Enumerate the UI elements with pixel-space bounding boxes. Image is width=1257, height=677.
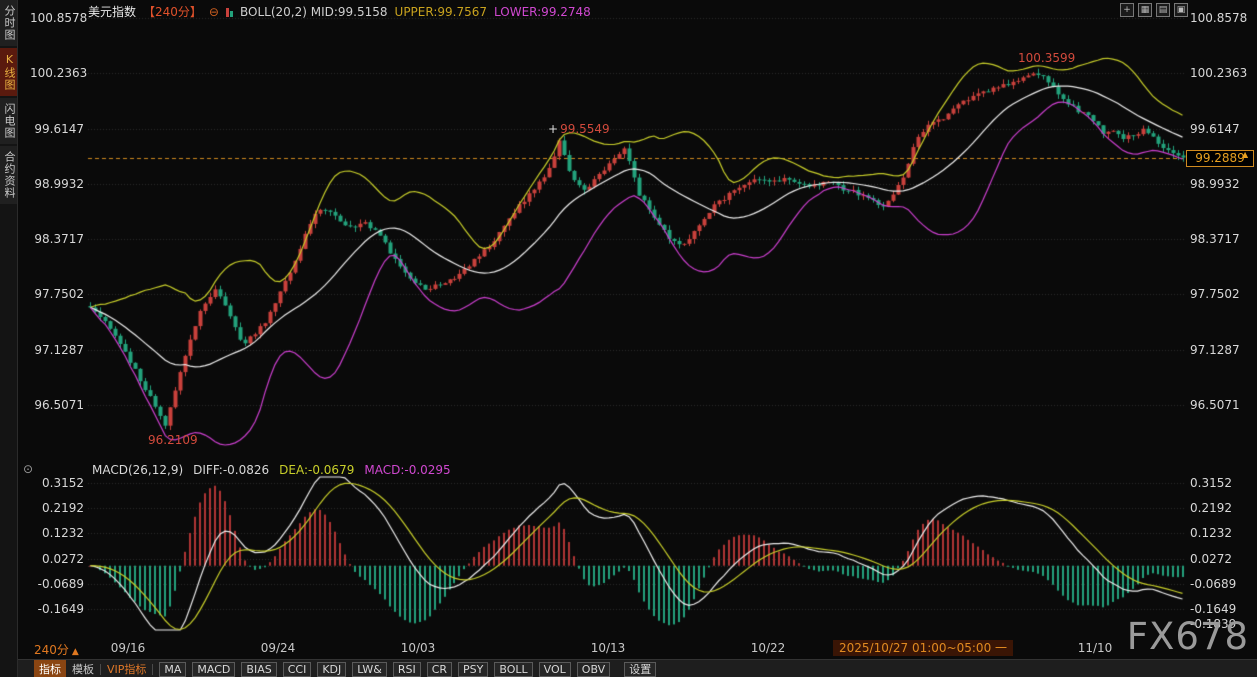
price-axis-label: 100.2363 [30, 66, 88, 80]
sidebar-tab-kline[interactable]: K线图 [0, 48, 17, 96]
toolbar-ma-button[interactable]: MA [159, 661, 187, 677]
window-view-icon[interactable]: ▣ [1174, 3, 1188, 17]
indicator-cycle-icon[interactable]: ⊙ [23, 462, 33, 476]
window-controls: + ▦ ▤ ▣ [1120, 3, 1188, 17]
sidebar-tab-flash[interactable]: 闪电图 [0, 98, 17, 144]
toolbar-boll-button[interactable]: BOLL [494, 661, 533, 677]
boll-lower-label: LOWER:99.2748 [494, 4, 591, 19]
date-axis-label: 10/22 [750, 641, 786, 655]
toolbar-vol-button[interactable]: VOL [538, 661, 571, 677]
macd-axis-label: 0.1232 [1190, 526, 1232, 540]
symbol-title: 美元指数 [88, 5, 137, 19]
macd-diff-label: DIFF:-0.0826 [193, 463, 270, 477]
macd-axis-label: 0.1232 [42, 526, 84, 540]
price-axis-label: 99.6147 [34, 122, 84, 136]
price-marker-arrow-icon: ▲ [1242, 150, 1249, 159]
swing-high-annotation: +99.5549 [548, 122, 610, 136]
macd-axis-label: 0.3152 [42, 476, 84, 490]
price-axis-label: 99.6147 [1190, 122, 1240, 136]
low-price-annotation: 96.2109 [148, 433, 198, 447]
price-axis-label: 98.9932 [1190, 177, 1240, 191]
boll-upper-label: UPPER:99.7567 [394, 4, 488, 19]
period-label: 【240分】 [143, 5, 202, 19]
sidebar-tab-timeline[interactable]: 分时图 [0, 0, 17, 46]
macd-axis-label: 0.0272 [1190, 552, 1232, 566]
boll-mid-label: BOLL(20,2) MID:99.5158 [239, 4, 388, 19]
grid-view-icon[interactable]: ▦ [1138, 3, 1152, 17]
toolbar-cr-button[interactable]: CR [426, 661, 453, 677]
macd-axis-label: -0.1649 [1190, 602, 1237, 616]
period-up-arrow-icon: ▲ [71, 647, 79, 657]
price-axis-label: 96.5071 [1190, 398, 1240, 412]
indicator-toolbar: 指标 模板 VIP指标 MA MACD BIAS CCI KDJ LW& RSI… [0, 659, 1257, 677]
session-time-label: 2025/10/27 01:00~05:00 一 [833, 640, 1014, 656]
price-axis-label: 96.5071 [34, 398, 84, 412]
price-axis-label: 98.3717 [1190, 232, 1240, 246]
price-axis-label: 97.7502 [1190, 287, 1240, 301]
macd-dea-label: DEA:-0.0679 [279, 463, 355, 477]
toolbar-kdj-button[interactable]: KDJ [317, 661, 347, 677]
period-selector[interactable]: 240分 ▲ [34, 641, 79, 658]
macd-value-label: MACD:-0.0295 [364, 463, 451, 477]
toolbar-bias-button[interactable]: BIAS [241, 661, 277, 677]
price-axis-label: 100.8578 [30, 11, 88, 25]
price-axis-label: 97.7502 [34, 287, 84, 301]
toolbar-template-button[interactable]: 模板 [72, 661, 94, 677]
toolbar-macd-button[interactable]: MACD [192, 661, 236, 677]
toolbar-vip-indicators-button[interactable]: VIP指标 [107, 661, 146, 677]
price-axis-label: 97.1287 [34, 343, 84, 357]
macd-axis-label: -0.1649 [37, 602, 84, 616]
toolbar-obv-button[interactable]: OBV [576, 661, 611, 677]
date-axis-label: 10/03 [400, 641, 436, 655]
zoom-in-icon[interactable]: + [1120, 3, 1134, 17]
toolbar-indicators-button[interactable]: 指标 [34, 660, 66, 677]
price-axis-label: 100.8578 [1190, 11, 1248, 25]
price-axis-label: 98.9932 [34, 177, 84, 191]
kline-chart-canvas[interactable] [0, 0, 1257, 677]
date-axis-label: 10/13 [590, 641, 626, 655]
macd-axis-label: 0.2192 [42, 501, 84, 515]
cross-marker-icon: + [548, 122, 559, 136]
macd-name-label: MACD(26,12,9) [92, 463, 184, 477]
toolbar-psy-button[interactable]: PSY [458, 661, 489, 677]
fx678-watermark: FX678 [1126, 615, 1249, 658]
date-axis-label: 09/24 [260, 641, 296, 655]
price-axis-label: 100.2363 [1190, 66, 1248, 80]
toolbar-settings-button[interactable]: 设置 [624, 661, 657, 677]
macd-axis-label: 0.0272 [42, 552, 84, 566]
trading-app-window: 分时图 K线图 闪电图 合约资料 美元指数 【240分】 ⊖ BOLL(20,2… [0, 0, 1257, 677]
toolbar-separator [100, 663, 101, 675]
macd-axis-label: -0.0689 [37, 577, 84, 591]
collapse-icon[interactable]: ⊖ [209, 6, 219, 18]
macd-axis-label: -0.0689 [1190, 577, 1237, 591]
macd-header: MACD(26,12,9) DIFF:-0.0826 DEA:-0.0679 M… [92, 463, 451, 477]
toolbar-separator [152, 663, 154, 675]
sidebar-tab-contract-info[interactable]: 合约资料 [0, 146, 17, 204]
toolbar-rsi-button[interactable]: RSI [392, 661, 421, 677]
date-axis-label: 11/10 [1077, 641, 1113, 655]
macd-axis-label: 0.2192 [1190, 501, 1232, 515]
price-axis-label: 97.1287 [1190, 343, 1240, 357]
date-axis-label: 09/16 [110, 641, 146, 655]
candlestick-icon [225, 6, 233, 17]
high-price-annotation: 100.3599 [1018, 51, 1076, 65]
price-axis-label: 98.3717 [34, 232, 84, 246]
macd-axis-label: 0.3152 [1190, 476, 1232, 490]
toolbar-cci-button[interactable]: CCI [282, 661, 312, 677]
chart-header: 美元指数 【240分】 ⊖ BOLL(20,2) MID:99.5158 UPP… [88, 3, 591, 20]
toolbar-lwr-button[interactable]: LW& [352, 661, 387, 677]
rows-view-icon[interactable]: ▤ [1156, 3, 1170, 17]
sidebar: 分时图 K线图 闪电图 合约资料 [0, 0, 18, 677]
